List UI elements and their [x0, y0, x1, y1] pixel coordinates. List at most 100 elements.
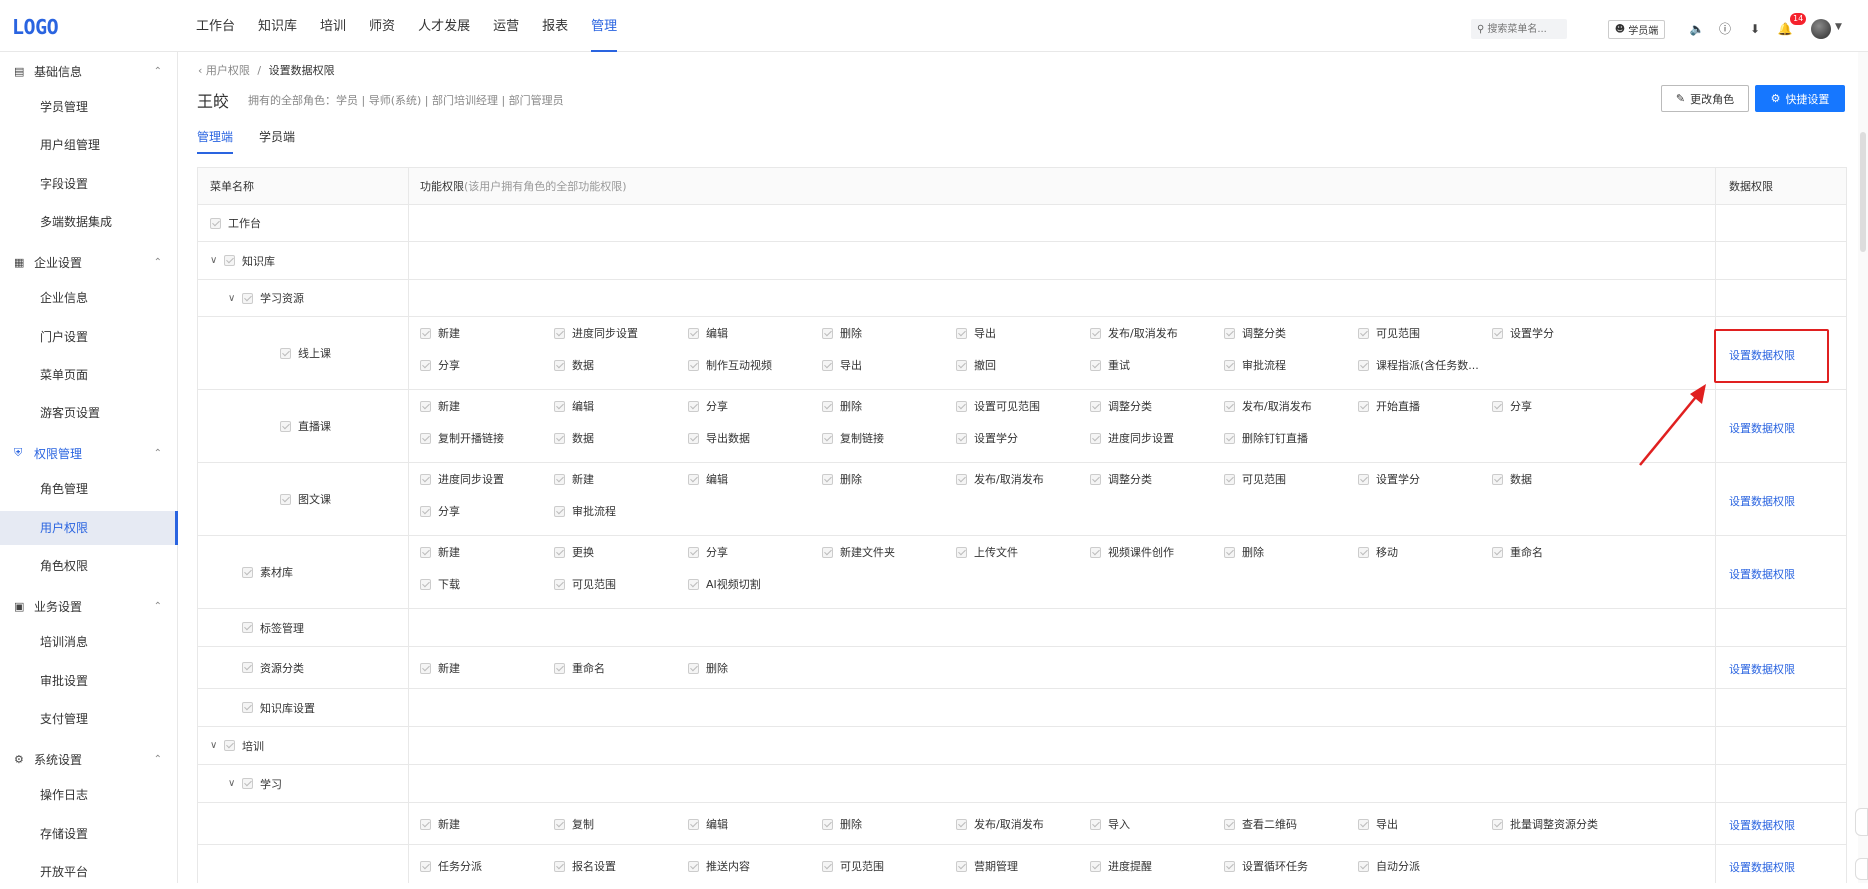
checkbox[interactable]: [420, 578, 431, 590]
checkbox[interactable]: [688, 327, 699, 339]
permission-checkbox[interactable]: 新建: [420, 544, 550, 560]
nav-item[interactable]: 培训: [320, 0, 346, 52]
sidebar-item[interactable]: 用户组管理: [0, 128, 178, 162]
change-role-button[interactable]: ✎ 更改角色: [1661, 85, 1749, 112]
chevron-down-icon[interactable]: ▼: [1835, 22, 1842, 32]
permission-checkbox[interactable]: 编辑: [688, 471, 818, 487]
sidebar-item[interactable]: 学员管理: [0, 90, 178, 124]
set-data-permission-link[interactable]: 设置数据权限: [1729, 661, 1795, 677]
permission-checkbox[interactable]: 批量调整资源分类: [1492, 816, 1622, 832]
permission-checkbox[interactable]: 审批流程: [1224, 357, 1354, 373]
chevron-up-icon[interactable]: ⌃: [154, 66, 162, 77]
nav-item[interactable]: 知识库: [258, 0, 297, 52]
permission-checkbox[interactable]: 删除: [822, 325, 952, 341]
sidebar-item[interactable]: 培训消息: [0, 625, 178, 659]
back-link[interactable]: ‹ 用户权限: [198, 64, 250, 77]
tab-admin[interactable]: 管理端: [197, 128, 234, 154]
menu-checkbox[interactable]: [242, 292, 253, 304]
checkbox[interactable]: [1224, 327, 1235, 339]
checkbox[interactable]: [956, 359, 967, 371]
permission-checkbox[interactable]: 进度同步设置: [420, 471, 550, 487]
checkbox[interactable]: [1358, 546, 1369, 558]
permission-checkbox[interactable]: 开始直播: [1358, 398, 1488, 414]
menu-checkbox[interactable]: [224, 255, 235, 266]
sidebar-item[interactable]: 菜单页面: [0, 358, 178, 392]
checkbox[interactable]: [688, 860, 699, 872]
sidebar-item[interactable]: 游客页设置: [0, 396, 178, 430]
permission-checkbox[interactable]: 删除: [1224, 544, 1354, 560]
permission-checkbox[interactable]: 复制: [554, 816, 684, 832]
checkbox[interactable]: [1224, 473, 1235, 485]
nav-item[interactable]: 运营: [493, 0, 519, 52]
checkbox[interactable]: [822, 546, 833, 558]
permission-checkbox[interactable]: 推送内容: [688, 858, 818, 874]
sidebar-item[interactable]: 开放平台: [0, 855, 178, 889]
permission-checkbox[interactable]: 删除: [822, 471, 952, 487]
checkbox[interactable]: [688, 578, 699, 590]
checkbox[interactable]: [1492, 546, 1503, 558]
permission-checkbox[interactable]: 调整分类: [1224, 325, 1354, 341]
permission-checkbox[interactable]: 发布/取消发布: [956, 816, 1086, 832]
checkbox[interactable]: [1090, 473, 1101, 485]
checkbox[interactable]: [554, 546, 565, 558]
checkbox[interactable]: [420, 359, 431, 371]
permission-checkbox[interactable]: 视频课件创作: [1090, 544, 1220, 560]
checkbox[interactable]: [956, 860, 967, 872]
nav-item[interactable]: 报表: [542, 0, 568, 52]
permission-checkbox[interactable]: 新建: [554, 471, 684, 487]
permission-checkbox[interactable]: 撤回: [956, 357, 1086, 373]
permission-checkbox[interactable]: 重命名: [554, 660, 684, 676]
checkbox[interactable]: [554, 505, 565, 517]
checkbox[interactable]: [1090, 818, 1101, 830]
checkbox[interactable]: [1224, 818, 1235, 830]
nav-item[interactable]: 人才发展: [418, 0, 470, 52]
checkbox[interactable]: [554, 662, 565, 674]
checkbox[interactable]: [1358, 327, 1369, 339]
checkbox[interactable]: [956, 473, 967, 485]
checkbox[interactable]: [1358, 860, 1369, 872]
sidebar-item[interactable]: 存储设置: [0, 817, 178, 851]
permission-checkbox[interactable]: 设置循环任务: [1224, 858, 1354, 874]
menu-checkbox[interactable]: [224, 740, 235, 751]
sidebar-item[interactable]: 审批设置: [0, 664, 178, 698]
speaker-icon[interactable]: 🔈: [1689, 21, 1705, 37]
permission-checkbox[interactable]: 进度同步设置: [554, 325, 684, 341]
sidebar-group[interactable]: ⛨ 权限管理 ⌃: [0, 434, 178, 472]
checkbox[interactable]: [1090, 432, 1101, 444]
permission-checkbox[interactable]: 进度提醒: [1090, 858, 1220, 874]
student-portal-button[interactable]: ☻ 学员端: [1608, 20, 1665, 39]
checkbox[interactable]: [420, 505, 431, 517]
permission-checkbox[interactable]: 自动分派: [1358, 858, 1488, 874]
permission-checkbox[interactable]: 调整分类: [1090, 471, 1220, 487]
checkbox[interactable]: [420, 662, 431, 674]
checkbox[interactable]: [956, 327, 967, 339]
permission-checkbox[interactable]: 课程指派(含任务数...: [1358, 357, 1488, 373]
nav-item[interactable]: 师资: [369, 0, 395, 52]
sidebar-item[interactable]: 支付管理: [0, 702, 178, 736]
sidebar-item[interactable]: 角色管理: [0, 472, 178, 506]
permission-checkbox[interactable]: 制作互动视频: [688, 357, 818, 373]
checkbox[interactable]: [554, 432, 565, 444]
permission-checkbox[interactable]: 数据: [554, 357, 684, 373]
menu-checkbox[interactable]: [280, 347, 291, 359]
permission-checkbox[interactable]: 删除钉钉直播: [1224, 430, 1354, 446]
floating-tool-button[interactable]: [1855, 808, 1868, 836]
checkbox[interactable]: [688, 473, 699, 485]
permission-checkbox[interactable]: 分享: [688, 544, 818, 560]
download-icon[interactable]: ⬇: [1747, 21, 1763, 37]
permission-checkbox[interactable]: 下载: [420, 576, 550, 592]
permission-checkbox[interactable]: 删除: [688, 660, 818, 676]
checkbox[interactable]: [1358, 400, 1369, 412]
checkbox[interactable]: [1492, 400, 1503, 412]
nav-item[interactable]: 工作台: [196, 0, 235, 52]
checkbox[interactable]: [688, 662, 699, 674]
permission-checkbox[interactable]: 设置学分: [1492, 325, 1622, 341]
sidebar-group[interactable]: ▣ 业务设置 ⌃: [0, 587, 178, 625]
permission-checkbox[interactable]: 可见范围: [1224, 471, 1354, 487]
sidebar-item[interactable]: 角色权限: [0, 549, 178, 583]
checkbox[interactable]: [1358, 473, 1369, 485]
sidebar-item[interactable]: 多端数据集成: [0, 205, 178, 239]
permission-checkbox[interactable]: 营期管理: [956, 858, 1086, 874]
permission-checkbox[interactable]: 可见范围: [554, 576, 684, 592]
permission-checkbox[interactable]: 分享: [420, 503, 550, 519]
